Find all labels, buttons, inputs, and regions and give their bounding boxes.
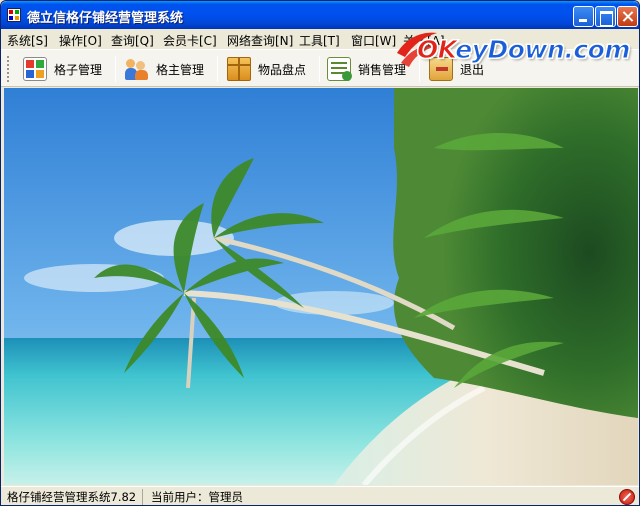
close-button[interactable]	[617, 6, 638, 27]
menu-bar: 系统[S] 操作[O] 查询[Q] 会员卡[C] 网络查询[N] 工具[T] 窗…	[1, 29, 639, 49]
menu-window[interactable]: 窗口[W]	[351, 32, 396, 49]
toolbar-separator	[419, 56, 420, 82]
main-background-image	[4, 88, 638, 485]
owner-management-label: 格主管理	[156, 62, 205, 77]
menu-about[interactable]: 关于[A]	[403, 32, 445, 49]
status-bar: 格仔铺经营管理系统7.82 当前用户：管理员	[1, 486, 639, 505]
sales-management-label: 销售管理	[358, 62, 407, 77]
toolbar-separator	[217, 56, 218, 82]
toolbar-grip[interactable]	[7, 56, 10, 82]
exit-button[interactable]: 退出	[429, 53, 484, 85]
menu-tools[interactable]: 工具[T]	[299, 32, 340, 49]
app-window: 德立信格仔铺经营管理系统 系统[S] 操作[O] 查询[Q] 会员卡[C] 网络…	[0, 0, 640, 506]
toolbar: 格子管理 格主管理 物品盘点 销售管理 退出	[1, 49, 639, 87]
menu-query[interactable]: 查询[Q]	[111, 32, 154, 49]
box-icon	[227, 57, 251, 81]
menu-system[interactable]: 系统[S]	[7, 32, 48, 49]
window-title: 德立信格仔铺经营管理系统	[27, 11, 184, 26]
beach-scene	[4, 88, 638, 485]
toolbar-separator	[115, 56, 116, 82]
grid-management-button[interactable]: 格子管理	[23, 53, 102, 85]
users-icon	[125, 57, 149, 81]
title-bar[interactable]: 德立信格仔铺经营管理系统	[1, 1, 639, 29]
grid-management-label: 格子管理	[54, 62, 103, 77]
maximize-button[interactable]	[595, 6, 616, 27]
toolbar-separator	[319, 56, 320, 82]
owner-management-button[interactable]: 格主管理	[125, 53, 204, 85]
sales-icon	[327, 57, 352, 81]
status-current-user: 当前用户：管理员	[151, 490, 243, 504]
sales-management-button[interactable]: 销售管理	[327, 53, 406, 85]
exit-icon	[429, 57, 453, 81]
grid-icon	[23, 57, 47, 81]
app-icon[interactable]	[7, 8, 21, 22]
status-app-version: 格仔铺经营管理系统7.82	[3, 489, 143, 505]
exit-label: 退出	[460, 62, 485, 77]
stop-icon[interactable]	[619, 489, 635, 505]
menu-operation[interactable]: 操作[O]	[59, 32, 102, 49]
menu-network-query[interactable]: 网络查询[N]	[227, 32, 293, 49]
menu-member-card[interactable]: 会员卡[C]	[163, 32, 217, 49]
inventory-button[interactable]: 物品盘点	[227, 53, 306, 85]
inventory-label: 物品盘点	[258, 62, 307, 77]
minimize-button[interactable]	[573, 6, 594, 27]
